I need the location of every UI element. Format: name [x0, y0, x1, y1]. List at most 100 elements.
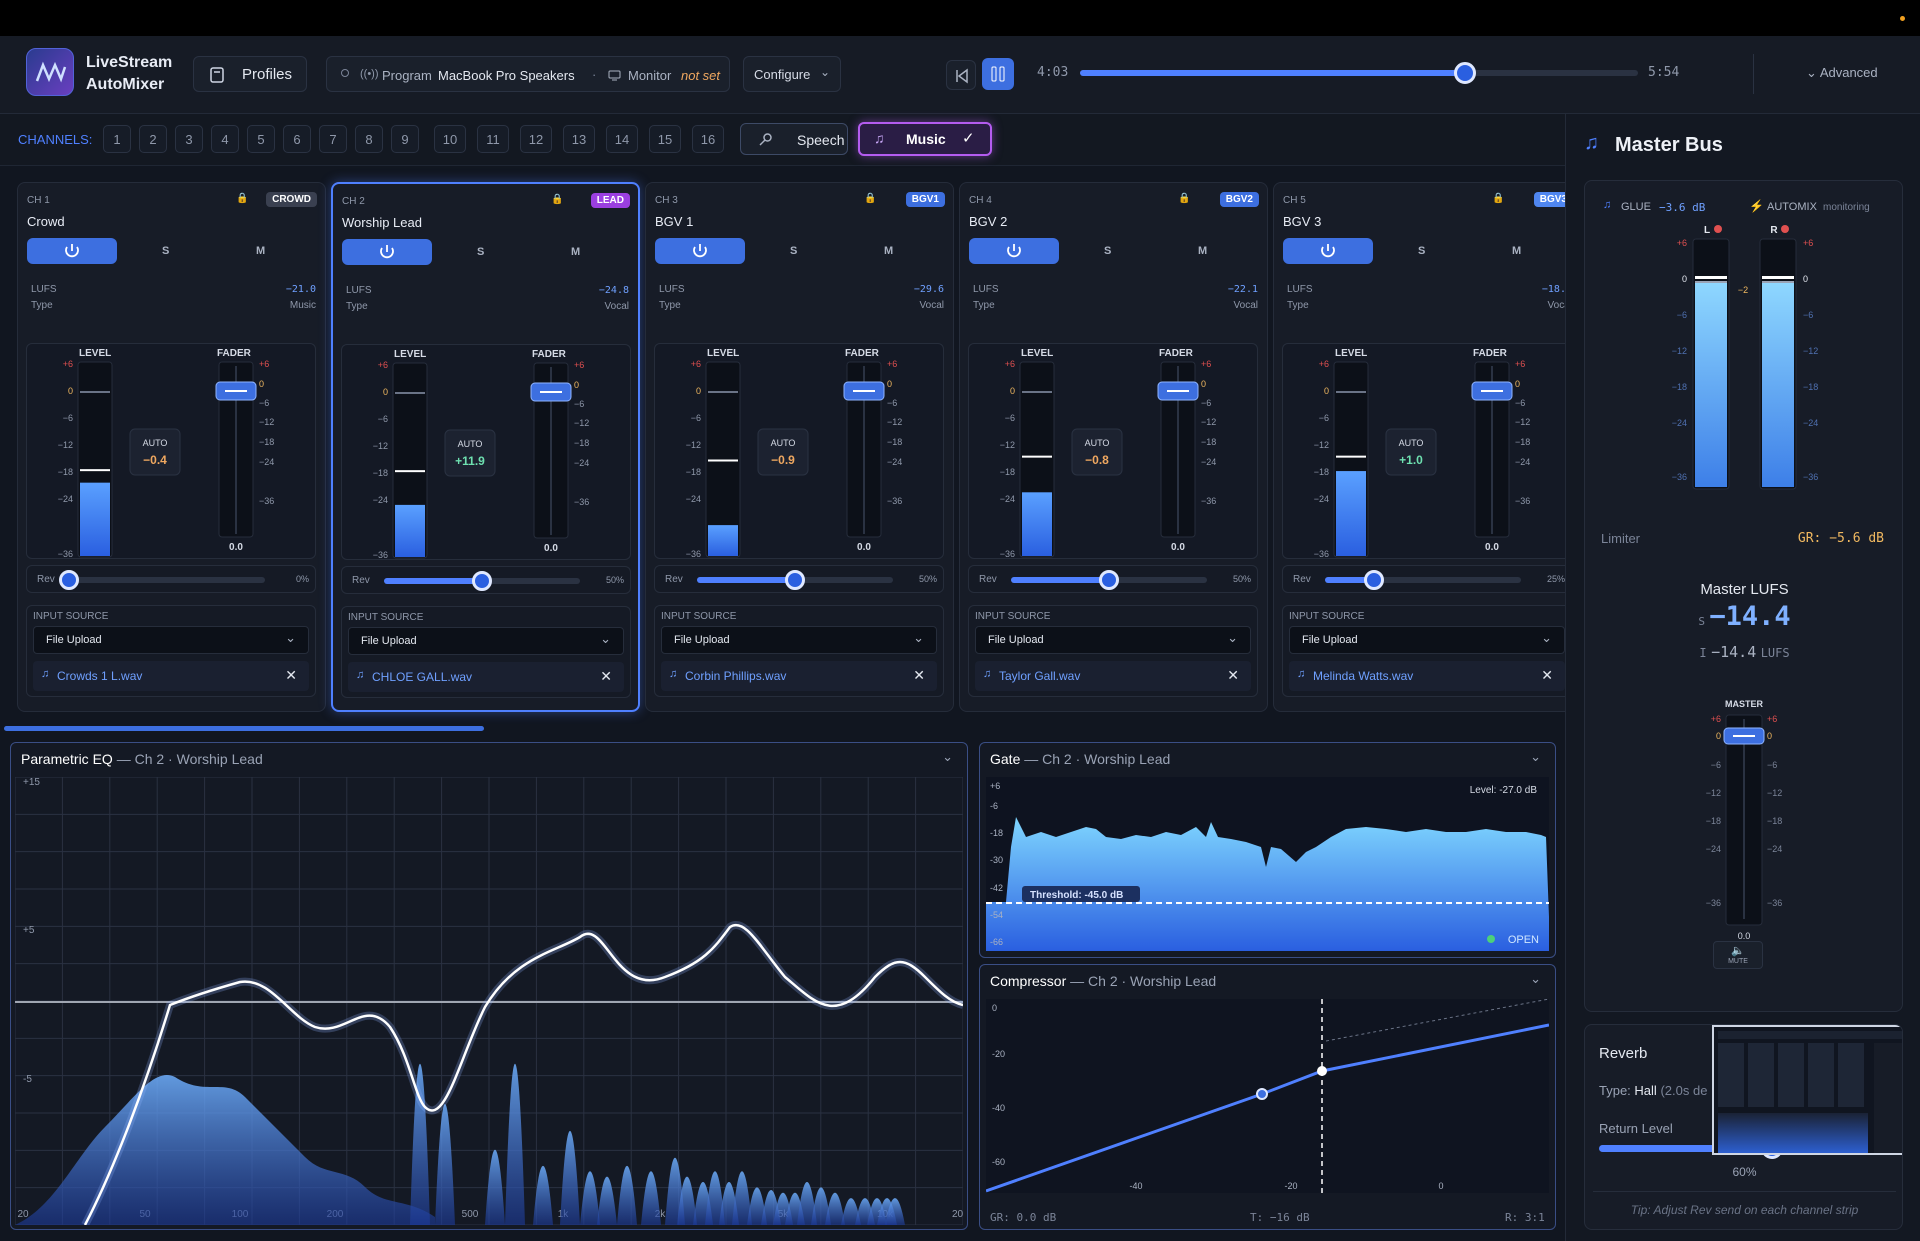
- rev-slider[interactable]: [697, 570, 893, 590]
- solo-button[interactable]: S: [162, 245, 169, 257]
- channel-number-button[interactable]: 9: [391, 125, 419, 153]
- gate-y-label: -42: [990, 883, 1003, 893]
- channel-number-button[interactable]: 2: [139, 125, 167, 153]
- compressor-threshold-handle[interactable]: [1317, 1066, 1327, 1076]
- channel-number-button[interactable]: 7: [319, 125, 347, 153]
- gate-graph[interactable]: +6 -6 -18 -30 -42 -54 -66 Threshold: -45.0 dB Le…: [986, 777, 1549, 951]
- rev-send: Rev 50%: [341, 566, 631, 594]
- right-channel-label: R: [1770, 225, 1778, 236]
- mute-button[interactable]: M: [1512, 245, 1521, 257]
- chevron-down-icon[interactable]: ⌄: [1530, 971, 1541, 987]
- power-button[interactable]: [27, 238, 117, 264]
- power-button[interactable]: [342, 239, 432, 265]
- channel-number-button[interactable]: 16: [692, 125, 724, 153]
- rev-slider-handle[interactable]: [472, 571, 492, 591]
- lock-icon[interactable]: 🔒: [236, 193, 248, 204]
- scrollbar-thumb[interactable]: [4, 726, 484, 731]
- rev-slider[interactable]: [1325, 570, 1521, 590]
- file-name[interactable]: Taylor Gall.wav: [999, 669, 1080, 683]
- lock-icon[interactable]: 🔒: [864, 193, 876, 204]
- channel-number-button[interactable]: 1: [103, 125, 131, 153]
- advanced-toggle[interactable]: ⌄ Advanced: [1806, 65, 1878, 81]
- input-source-dropdown[interactable]: File Upload ⌄: [1289, 626, 1565, 654]
- pause-button[interactable]: [982, 58, 1014, 90]
- channel-number-button[interactable]: 5: [247, 125, 275, 153]
- solo-button[interactable]: S: [1104, 245, 1111, 257]
- chevron-down-icon[interactable]: ⌄: [942, 749, 953, 765]
- return-level-label: Return Level: [1599, 1121, 1673, 1136]
- solo-button[interactable]: S: [790, 245, 797, 257]
- remove-file-icon[interactable]: ✕: [913, 667, 925, 684]
- peak-hold-label: −2: [1738, 285, 1748, 295]
- level-scale-label: −24: [686, 494, 701, 504]
- channel-number-button[interactable]: 4: [211, 125, 239, 153]
- file-name[interactable]: Melinda Watts.wav: [1313, 669, 1413, 683]
- remove-file-icon[interactable]: ✕: [1541, 667, 1553, 684]
- music-mode-button[interactable]: ♫ Music ✓: [858, 122, 992, 156]
- input-source-dropdown[interactable]: File Upload ⌄: [348, 627, 624, 655]
- rev-slider-handle[interactable]: [785, 570, 805, 590]
- rev-slider-handle[interactable]: [1099, 570, 1119, 590]
- input-source-dropdown[interactable]: File Upload ⌄: [975, 626, 1251, 654]
- configure-button[interactable]: Configure ⌄: [743, 56, 841, 92]
- peak-indicator: [395, 470, 425, 473]
- input-source-dropdown[interactable]: File Upload ⌄: [33, 626, 309, 654]
- fader-scale-label: −12: [1201, 417, 1216, 427]
- speech-label: Speech: [797, 132, 845, 148]
- mute-button[interactable]: M: [1198, 245, 1207, 257]
- remove-file-icon[interactable]: ✕: [285, 667, 297, 684]
- channel-number-button[interactable]: 14: [606, 125, 638, 153]
- channel-number-button[interactable]: 6: [283, 125, 311, 153]
- mute-button[interactable]: 🔈 MUTE: [1713, 941, 1763, 969]
- channel-number-button[interactable]: 13: [563, 125, 595, 153]
- solo-button[interactable]: S: [477, 246, 484, 258]
- speech-mode-button[interactable]: Speech: [740, 123, 848, 155]
- preview-thumbnail[interactable]: [1712, 1025, 1902, 1155]
- mute-button[interactable]: M: [256, 245, 265, 257]
- program-device[interactable]: MacBook Pro Speakers: [438, 68, 575, 83]
- elapsed-time: 4:03: [1037, 65, 1069, 80]
- power-button[interactable]: [969, 238, 1059, 264]
- channel-number-button[interactable]: 3: [175, 125, 203, 153]
- lock-icon[interactable]: 🔒: [1492, 193, 1504, 204]
- profiles-button[interactable]: Profiles: [193, 56, 307, 92]
- rev-slider[interactable]: [1011, 570, 1207, 590]
- channel-number-button[interactable]: 15: [649, 125, 681, 153]
- skip-back-button[interactable]: [946, 60, 976, 90]
- level-scale-label: 0: [1324, 386, 1329, 396]
- channel-number-button[interactable]: 10: [434, 125, 466, 153]
- gate-title: Gate: [990, 751, 1021, 767]
- input-source-dropdown[interactable]: File Upload ⌄: [661, 626, 937, 654]
- channel-number-button[interactable]: 8: [355, 125, 383, 153]
- file-name[interactable]: Crowds 1 L.wav: [57, 669, 142, 683]
- lock-icon[interactable]: 🔒: [551, 194, 563, 205]
- channel-number-button[interactable]: 11: [477, 125, 509, 153]
- channel-number-button[interactable]: 12: [520, 125, 552, 153]
- reverb-type: Type: Hall (2.0s de: [1599, 1083, 1707, 1098]
- file-name[interactable]: CHLOE GALL.wav: [372, 670, 472, 684]
- power-button[interactable]: [1283, 238, 1373, 264]
- remove-file-icon[interactable]: ✕: [600, 668, 612, 685]
- power-button[interactable]: [655, 238, 745, 264]
- solo-button[interactable]: S: [1418, 245, 1425, 257]
- master-fader[interactable]: MASTER+6 +60 0−6 −6−12 −12−18 −18−24 −24−36 −36…: [1585, 691, 1904, 941]
- eq-graph[interactable]: +15+5-520501002005001k2k5k10k20k: [15, 777, 963, 1225]
- lock-icon[interactable]: 🔒: [1178, 193, 1190, 204]
- rev-slider[interactable]: [59, 570, 265, 590]
- remove-file-icon[interactable]: ✕: [1227, 667, 1239, 684]
- seek-handle[interactable]: [1454, 62, 1477, 84]
- seek-bar[interactable]: [1080, 62, 1638, 84]
- fader-value: 0.0: [229, 542, 243, 553]
- strips-scrollbar[interactable]: [0, 724, 1565, 732]
- compressor-knee-handle[interactable]: [1256, 1088, 1268, 1100]
- mute-button[interactable]: M: [571, 246, 580, 258]
- rev-slider-handle[interactable]: [1364, 570, 1384, 590]
- compressor-graph[interactable]: 0 -20 -40 -60 -40 -20 0: [986, 999, 1549, 1193]
- file-name[interactable]: Corbin Phillips.wav: [685, 669, 786, 683]
- chevron-down-icon[interactable]: ⌄: [1530, 749, 1541, 765]
- reverb-type-value[interactable]: Hall: [1634, 1083, 1656, 1098]
- rev-slider-handle[interactable]: [59, 570, 79, 590]
- monitor-value[interactable]: not set: [681, 68, 720, 83]
- rev-slider[interactable]: [384, 571, 580, 591]
- mute-button[interactable]: M: [884, 245, 893, 257]
